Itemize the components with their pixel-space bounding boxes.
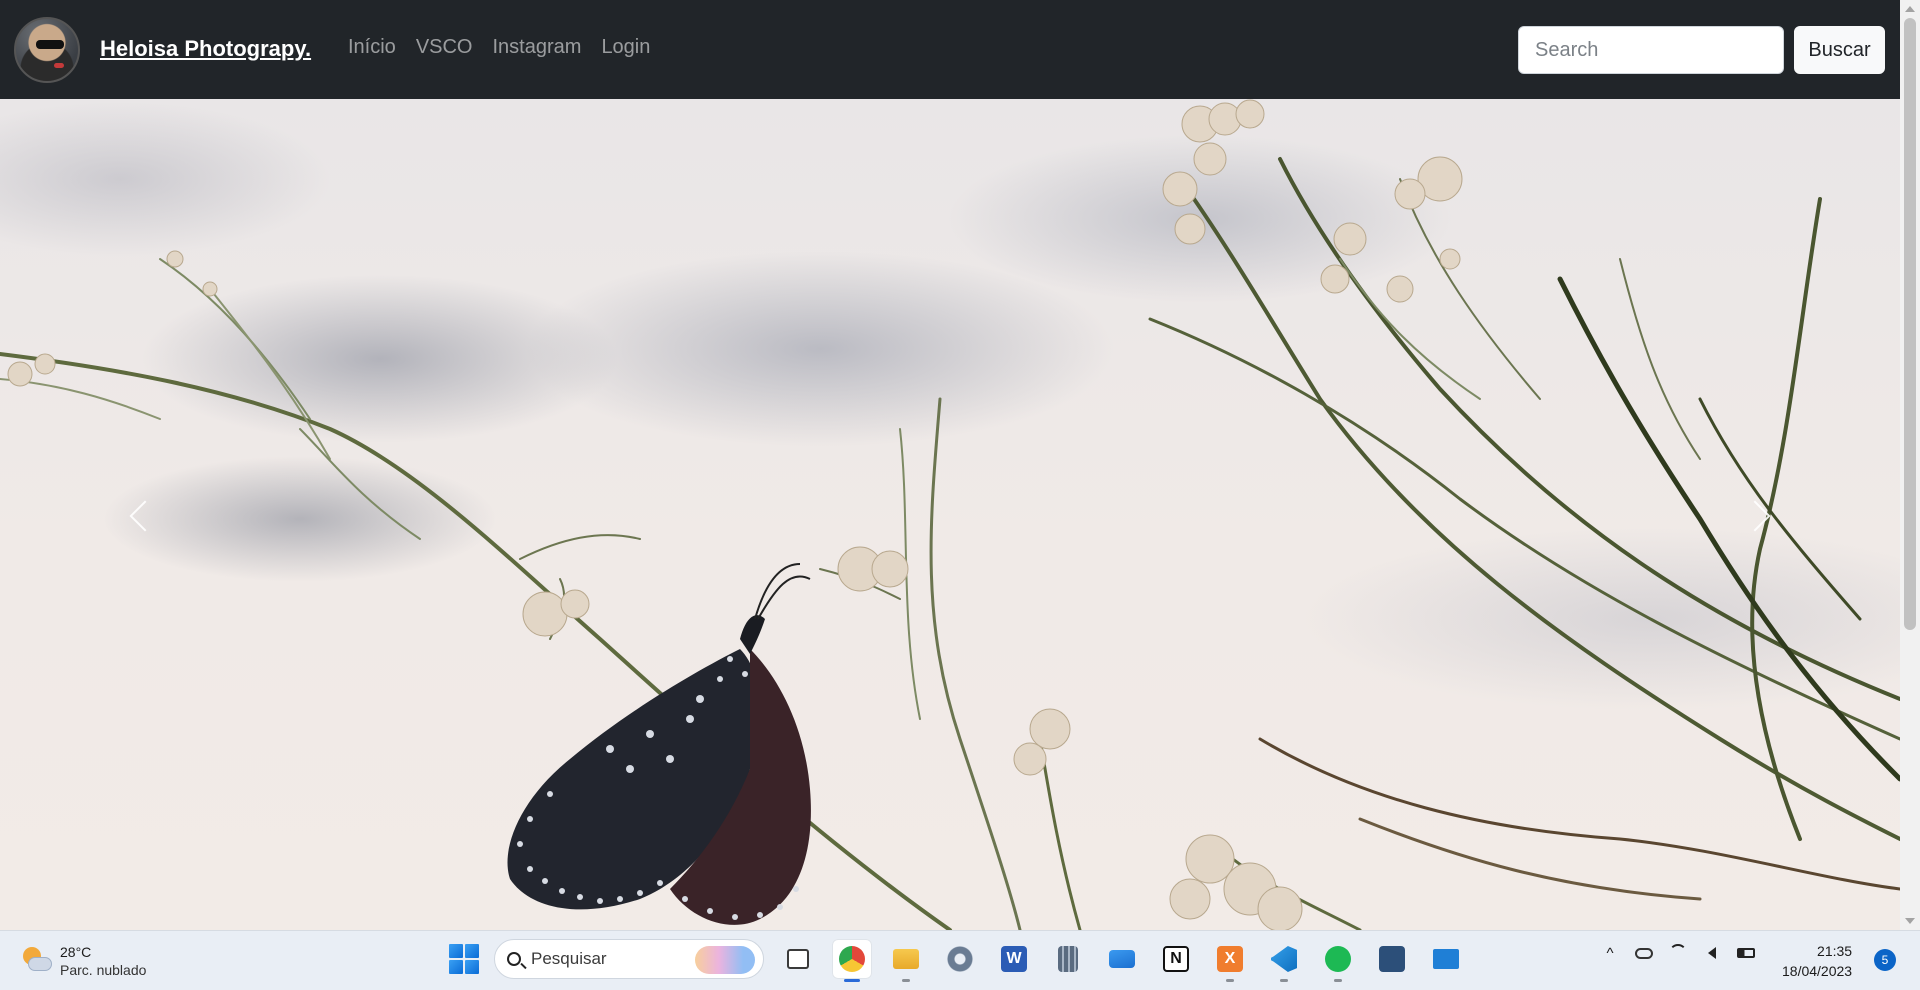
word-icon: W <box>1001 946 1027 972</box>
notion-icon: N <box>1163 946 1189 972</box>
taskbar-app-remote-desktop[interactable] <box>1426 939 1466 979</box>
avatar-glasses <box>36 40 64 49</box>
partly-cloudy-icon <box>20 945 52 977</box>
nav-links: Início VSCO Instagram Login <box>348 36 660 59</box>
chevron-left-icon <box>129 500 161 532</box>
taskbar-app-task-view[interactable] <box>778 939 818 979</box>
taskbar-search[interactable]: Pesquisar <box>494 939 764 979</box>
taskbar-clock[interactable]: 21:35 18/04/2023 <box>1782 941 1852 981</box>
weather-widget[interactable]: 28°C Parc. nublado <box>20 943 146 979</box>
scroll-up-arrow-icon[interactable] <box>1905 6 1915 12</box>
clock-time: 21:35 <box>1817 943 1853 959</box>
taskbar-app-mail[interactable] <box>1102 939 1142 979</box>
system-tray: ^ <box>1600 943 1756 963</box>
nav-link-login[interactable]: Login <box>591 36 660 59</box>
taskbar-apps: W N X <box>778 939 1466 982</box>
search-highlight-icon <box>695 946 755 974</box>
carousel-prev-button[interactable] <box>92 399 192 639</box>
taskbar-app-notion[interactable]: N <box>1156 939 1196 979</box>
taskbar-app-file-explorer[interactable] <box>886 939 926 982</box>
butterfly-photo <box>0 99 1900 930</box>
search-icon <box>507 952 521 966</box>
onedrive-error-icon[interactable] <box>1634 943 1654 963</box>
spotify-icon <box>1325 946 1351 972</box>
avatar-lips <box>54 63 64 68</box>
taskbar-search-label: Pesquisar <box>531 949 607 968</box>
xampp-icon: X <box>1217 946 1243 972</box>
windows-taskbar: 28°C Parc. nublado Pesquisar W N X ^ 21:… <box>0 930 1920 990</box>
browser-viewport: Heloisa Photograpy. Início VSCO Instagra… <box>0 0 1920 930</box>
nav-link-vsco[interactable]: VSCO <box>406 36 483 59</box>
weather-temperature: 28°C <box>60 944 92 960</box>
volume-icon[interactable] <box>1702 943 1722 963</box>
mail-icon <box>1109 950 1135 968</box>
vscode-icon <box>1271 946 1297 972</box>
nav-link-instagram[interactable]: Instagram <box>483 36 592 59</box>
taskbar-center: Pesquisar W N X <box>444 939 1466 982</box>
nav-link-inicio[interactable]: Início <box>348 36 406 59</box>
brand-link[interactable]: Heloisa Photograpy. <box>100 36 311 62</box>
taskbar-app-spotify[interactable] <box>1318 939 1358 982</box>
brand-avatar[interactable] <box>14 17 80 83</box>
wifi-icon[interactable] <box>1668 943 1688 963</box>
page-scrollbar[interactable] <box>1900 0 1920 930</box>
monitor-icon <box>1433 949 1459 969</box>
chevron-right-icon <box>1739 500 1771 532</box>
folder-icon <box>893 949 919 969</box>
taskbar-app-xampp[interactable]: X <box>1210 939 1250 982</box>
scroll-down-arrow-icon[interactable] <box>1905 918 1915 924</box>
gear-icon <box>947 946 973 972</box>
taskbar-app-word[interactable]: W <box>994 939 1034 979</box>
taskbar-app-chrome[interactable] <box>832 939 872 982</box>
calculator-icon <box>1058 946 1078 972</box>
taskbar-app-mysql-workbench[interactable] <box>1372 939 1412 979</box>
taskbar-app-settings[interactable] <box>940 939 980 979</box>
search-button[interactable]: Buscar <box>1794 26 1885 74</box>
chrome-icon <box>839 946 865 972</box>
taskbar-app-vscode[interactable] <box>1264 939 1304 982</box>
notification-badge[interactable]: 5 <box>1874 949 1896 971</box>
navbar: Heloisa Photograpy. Início VSCO Instagra… <box>0 0 1900 99</box>
search-input[interactable] <box>1518 26 1784 74</box>
clock-date: 18/04/2023 <box>1782 963 1853 979</box>
carousel-next-button[interactable] <box>1708 399 1808 639</box>
tray-overflow-chevron-icon[interactable]: ^ <box>1600 943 1620 963</box>
weather-description: Parc. nublado <box>60 962 147 978</box>
photo-carousel <box>0 99 1900 930</box>
battery-icon[interactable] <box>1736 943 1756 963</box>
windows-start-icon[interactable] <box>444 939 484 979</box>
taskbar-app-calculator[interactable] <box>1048 939 1088 979</box>
database-icon <box>1379 946 1405 972</box>
scroll-thumb[interactable] <box>1904 18 1916 630</box>
task-view-icon <box>787 949 809 969</box>
